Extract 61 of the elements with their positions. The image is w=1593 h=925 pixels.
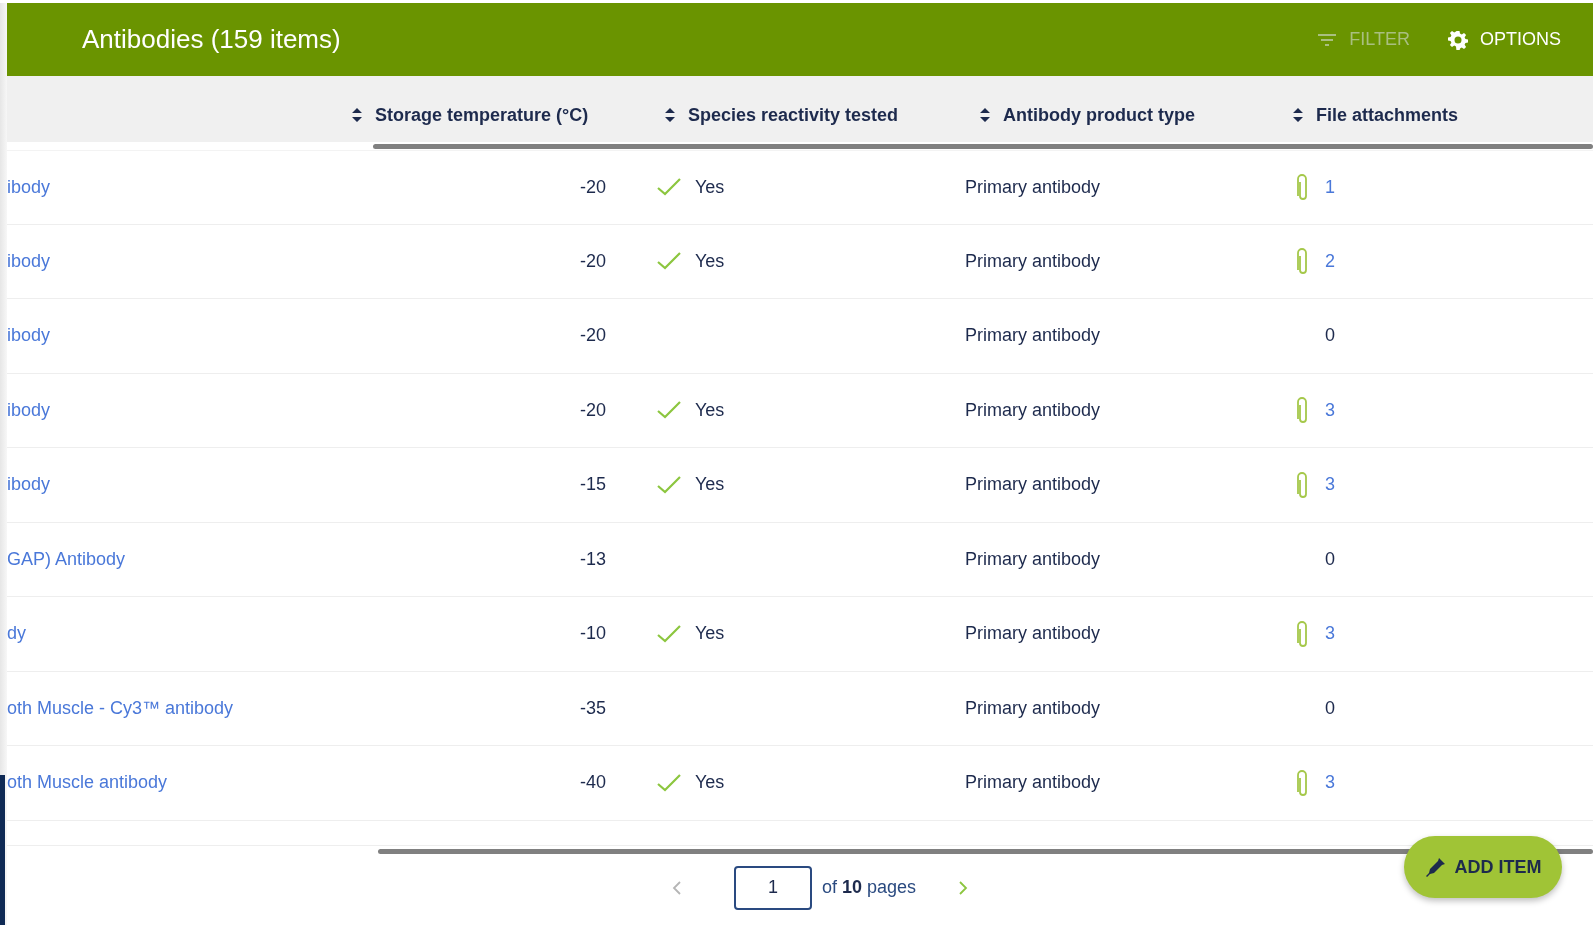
table-cell: 0 [1325,325,1335,347]
table-cell: -20 [580,250,606,271]
table-cell: -20 [580,325,606,346]
table-cell: Yes [695,399,725,421]
column-header[interactable]: File attachments [1293,104,1459,126]
table-cell: -20 [580,399,606,420]
table-cell: Yes [695,474,725,496]
table-cell: Yes [695,250,725,272]
table-cell: -15 [580,474,606,495]
chevron-right-icon [958,880,969,895]
table-cell: Primary antibody [965,772,1101,793]
sort-icon [665,108,675,122]
item-link[interactable]: dy [7,623,26,644]
attachment-count-link[interactable]: 3 [1325,772,1335,794]
sort-icon [980,108,990,122]
table-cell: Primary antibody [965,548,1101,569]
column-header[interactable]: Species reactivity tested [665,104,899,126]
item-link[interactable]: oth Muscle antibody [7,772,168,793]
table-cell: 0 [1325,697,1335,719]
scrollbar-thumb[interactable] [373,144,1593,149]
add-item-button[interactable]: ADD ITEM [1404,836,1562,898]
table-cell: Yes [695,623,725,645]
item-link[interactable]: ibody [7,474,51,495]
column-header[interactable]: Antibody product type [980,104,1195,126]
attachment-count-link[interactable]: 3 [1325,474,1335,496]
attachment-count-link[interactable]: 3 [1325,623,1335,645]
item-link[interactable]: ibody [7,399,51,420]
table-cell: Primary antibody [965,250,1101,271]
chevron-left-icon [671,880,682,895]
attachment-count-link[interactable]: 2 [1325,250,1335,272]
table-cell: 0 [1325,548,1335,570]
table-cell: Primary antibody [965,474,1101,495]
table-cell: Primary antibody [965,176,1101,197]
sort-icon [1293,108,1303,122]
table-cell: -40 [580,772,606,793]
page-number-field[interactable]: 1 [733,865,812,910]
filter-icon [1317,32,1338,47]
item-link[interactable]: ibody [7,325,51,346]
table-cell: Primary antibody [965,697,1101,718]
table-cell: Primary antibody [965,399,1101,420]
item-link[interactable]: oth Muscle - Cy3™ antibody [7,697,234,718]
item-link[interactable]: ibody [7,176,51,197]
table-cell: -10 [580,623,606,644]
sort-icon [352,108,362,122]
table-cell: -20 [580,176,606,197]
table-cell: -13 [580,548,606,569]
pipette-icon [1424,856,1447,878]
table-cell: Primary antibody [965,623,1101,644]
column-header[interactable]: Storage temperature (°C) [352,104,589,126]
table-cell: Yes [695,772,725,794]
table-cell: -35 [580,697,606,718]
attachment-count-link[interactable]: 1 [1325,176,1335,198]
item-link[interactable]: GAP) Antibody [7,548,126,569]
attachment-count-link[interactable]: 3 [1325,399,1335,421]
settings-icon [1448,29,1468,50]
table-cell: Yes [695,176,725,198]
page-title: Antibodies (159 items) [82,24,341,55]
item-link[interactable]: ibody [7,250,51,271]
table-cell: Primary antibody [965,325,1101,346]
page-count-text: of 10 pages [821,877,917,899]
options-button[interactable]: OPTIONS [1444,25,1565,54]
